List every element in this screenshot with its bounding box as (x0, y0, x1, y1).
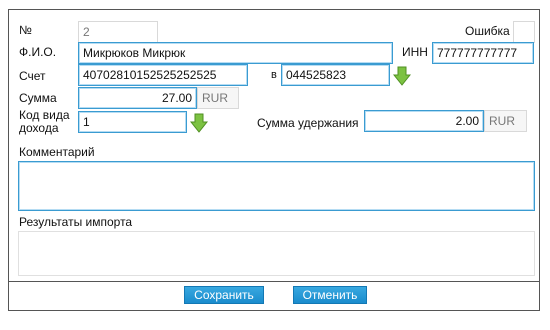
fio-label: Ф.И.О. (19, 45, 57, 59)
income-code-input[interactable]: 1 (78, 111, 187, 133)
bank-prefix-label: в (271, 69, 277, 81)
amount-currency: RUR (197, 87, 239, 109)
inn-input[interactable]: 777777777777 (432, 42, 534, 64)
withholding-input[interactable]: 2.00 (364, 110, 484, 132)
save-button[interactable]: Сохранить (184, 286, 264, 304)
number-field[interactable]: 2 (78, 21, 158, 43)
amount-input[interactable]: 27.00 (78, 87, 197, 109)
import-results-label: Результаты импорта (19, 215, 133, 229)
fio-input[interactable]: Микрюков Микрюк (78, 42, 393, 64)
income-code-label-line2: дохода (19, 121, 59, 135)
account-input[interactable]: 40702810152525252525 (78, 64, 248, 86)
green-down-arrow-icon[interactable] (190, 113, 208, 133)
footer-divider (8, 281, 540, 282)
withholding-currency: RUR (484, 110, 527, 132)
income-code-label-line1: Код вида (19, 108, 70, 122)
comment-label: Комментарий (19, 145, 95, 159)
bik-input[interactable]: 044525823 (281, 64, 390, 86)
withholding-label: Сумма удержания (257, 116, 359, 130)
inn-label: ИНН (402, 45, 428, 59)
comment-textarea[interactable] (18, 161, 535, 211)
cancel-button[interactable]: Отменить (293, 286, 367, 304)
account-label: Счет (19, 69, 46, 83)
amount-label: Сумма (19, 91, 57, 105)
number-label: № (19, 23, 32, 37)
import-results-area (18, 231, 535, 276)
error-label: Ошибка (465, 24, 510, 38)
error-checkbox[interactable] (513, 21, 535, 43)
green-down-arrow-icon[interactable] (393, 66, 411, 86)
